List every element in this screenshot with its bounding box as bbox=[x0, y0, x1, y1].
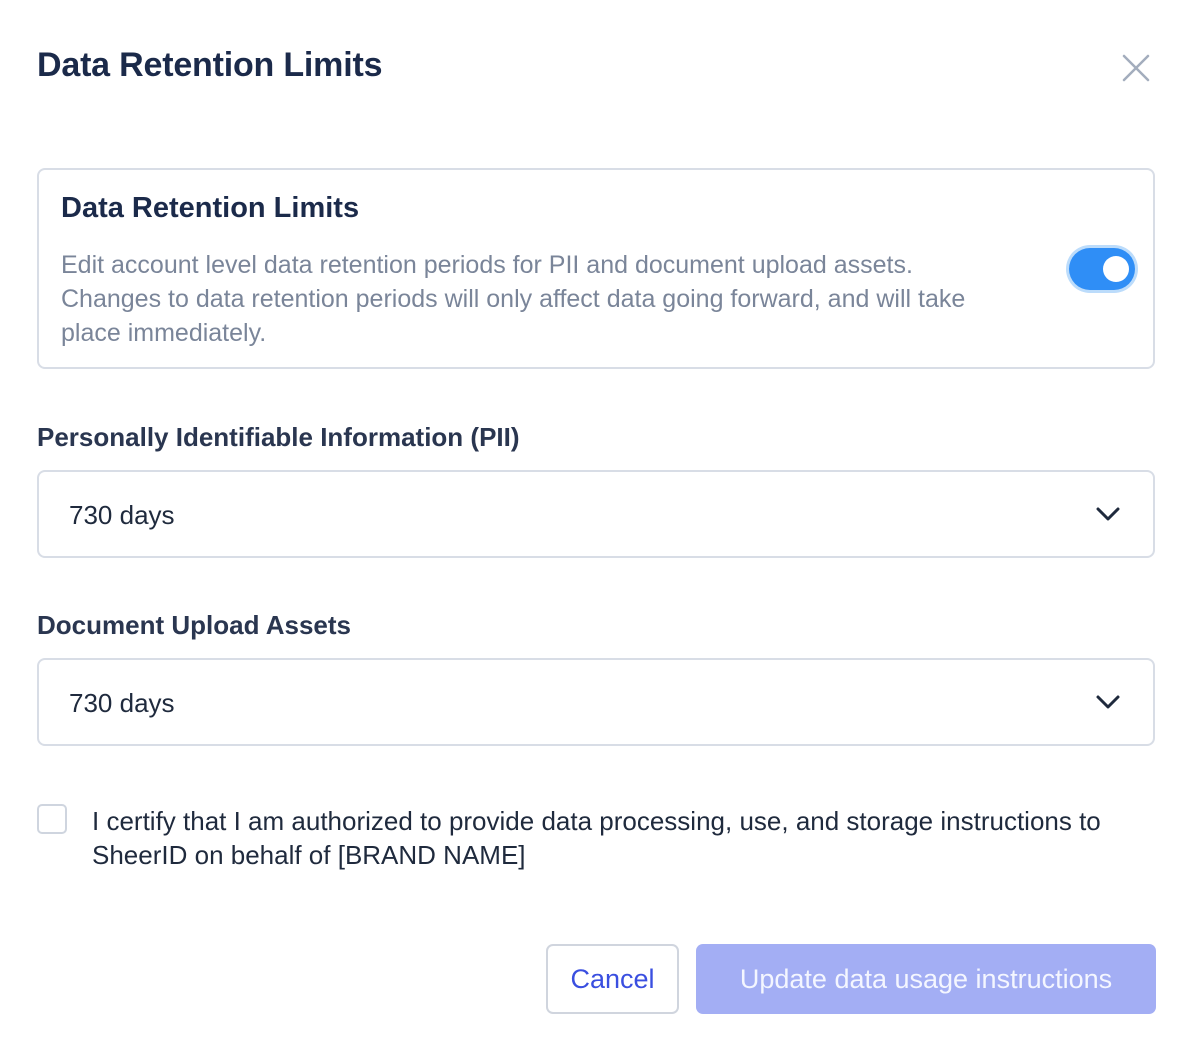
close-icon bbox=[1122, 54, 1150, 82]
retention-toggle[interactable] bbox=[1069, 248, 1135, 290]
documents-retention-select[interactable]: 730 days bbox=[37, 658, 1155, 746]
close-button[interactable] bbox=[1116, 48, 1156, 88]
card-title: Data Retention Limits bbox=[61, 192, 360, 224]
retention-toggle-card: Data Retention Limits Edit account level… bbox=[37, 168, 1155, 369]
pii-label: Personally Identifiable Information (PII… bbox=[37, 422, 520, 452]
chevron-down-icon bbox=[1096, 507, 1120, 521]
cancel-button[interactable]: Cancel bbox=[546, 944, 679, 1014]
toggle-knob bbox=[1103, 256, 1129, 282]
card-description: Edit account level data retention period… bbox=[61, 251, 966, 347]
pii-selected-value: 730 days bbox=[69, 500, 175, 530]
modal-title: Data Retention Limits bbox=[37, 46, 383, 84]
chevron-down-icon bbox=[1096, 695, 1120, 709]
pii-retention-select[interactable]: 730 days bbox=[37, 470, 1155, 558]
certify-label: I certify that I am authorized to provid… bbox=[92, 806, 1101, 870]
certify-checkbox[interactable] bbox=[37, 804, 67, 834]
documents-label: Document Upload Assets bbox=[37, 610, 351, 640]
data-retention-modal: Data Retention Limits Data Retention Lim… bbox=[0, 0, 1182, 1042]
update-data-usage-button[interactable]: Update data usage instructions bbox=[696, 944, 1156, 1014]
documents-selected-value: 730 days bbox=[69, 688, 175, 718]
